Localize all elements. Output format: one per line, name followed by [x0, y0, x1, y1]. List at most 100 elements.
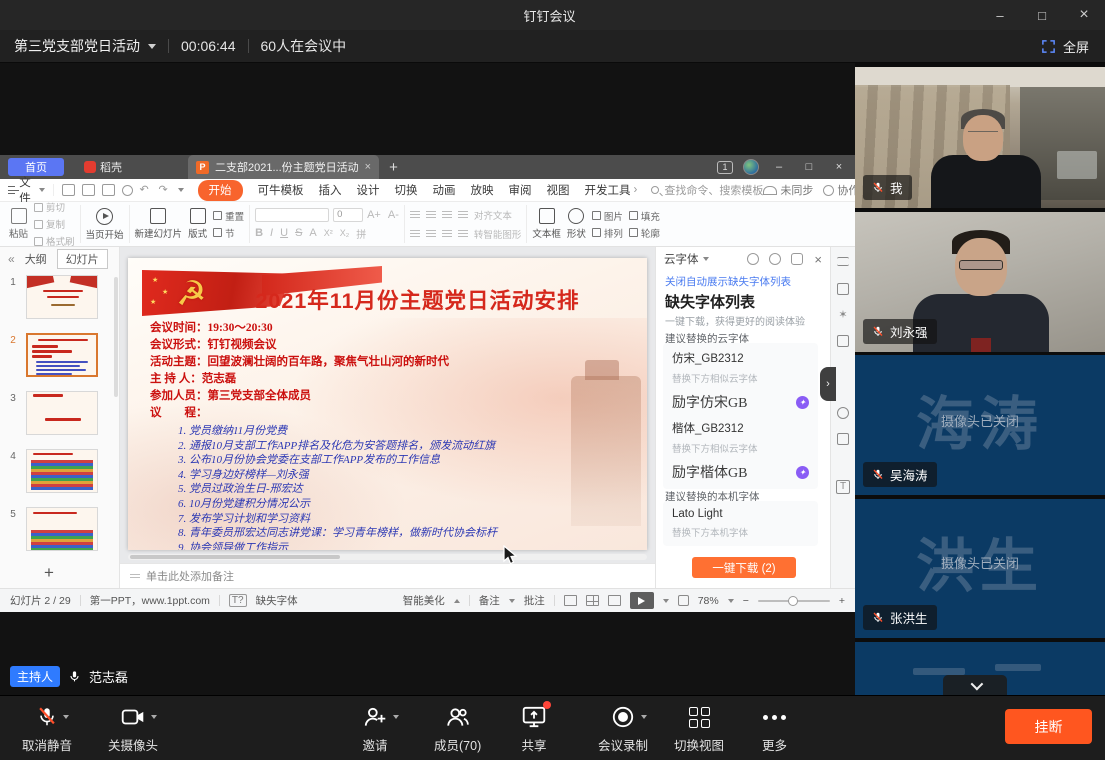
invite-button[interactable]: 邀请 — [362, 704, 388, 754]
menu-transition[interactable]: 切换 — [395, 182, 418, 198]
zoom-level[interactable]: 78% — [698, 595, 719, 607]
properties-icon[interactable] — [837, 257, 849, 266]
chevron-down-icon[interactable] — [393, 715, 399, 719]
thumbnail-scrollbar[interactable] — [114, 277, 118, 397]
new-tab-button[interactable]: + — [389, 159, 398, 176]
bullet-list-icon[interactable] — [410, 211, 420, 218]
arrange-button[interactable]: 排列 — [592, 226, 623, 240]
indent-decrease-icon[interactable] — [442, 211, 452, 218]
reading-view-icon[interactable] — [608, 595, 621, 606]
underline-button[interactable]: U — [280, 227, 288, 239]
feedback-panel-icon[interactable] — [837, 433, 849, 445]
minimize-icon[interactable]: – — [979, 0, 1021, 30]
avatar[interactable] — [743, 159, 759, 175]
menu-design[interactable]: 设计 — [357, 182, 380, 198]
tab-outline[interactable]: 大纲 — [25, 251, 47, 267]
menu-slideshow[interactable]: 放映 — [471, 182, 494, 198]
chevron-down-icon[interactable] — [63, 715, 69, 719]
slideshow-play-button[interactable] — [630, 592, 654, 609]
expand-panel-handle[interactable]: › — [820, 367, 836, 401]
reset-button[interactable]: 重置 — [213, 209, 244, 223]
save-icon[interactable] — [62, 184, 75, 196]
command-search-box[interactable]: 查找命令、搜索模板 — [651, 182, 763, 198]
numbered-list-icon[interactable] — [426, 211, 436, 218]
menu-insert[interactable]: 插入 — [319, 182, 342, 198]
hangup-button[interactable]: 挂断 — [1005, 709, 1092, 744]
scroll-down-button[interactable] — [943, 675, 1007, 695]
close-icon[interactable]: × — [1063, 0, 1105, 30]
picture-button[interactable]: 图片 — [592, 209, 623, 223]
slide-thumbnail-4[interactable] — [26, 449, 98, 493]
chevron-down-icon[interactable] — [663, 599, 669, 603]
record-button[interactable]: 会议录制 — [598, 704, 648, 754]
outline-button[interactable]: 轮廓 — [629, 226, 660, 240]
camera-off-button[interactable]: 关摄像头 — [108, 704, 158, 754]
menu-review[interactable]: 审阅 — [509, 182, 532, 198]
font-card[interactable]: 楷体_GB2312 替换下方相似云字体 励字楷体GB✦ — [663, 413, 818, 489]
align-right-icon[interactable] — [442, 230, 452, 237]
comments-button[interactable]: 批注 — [524, 593, 545, 608]
share-screen-button[interactable]: 共享 — [521, 704, 547, 754]
tab-docer[interactable]: 稻壳 — [74, 155, 132, 179]
notes-bar[interactable]: 单击此处添加备注 — [120, 563, 655, 588]
selection-pane-icon[interactable] — [837, 335, 849, 347]
chevron-down-icon[interactable] — [178, 188, 184, 192]
smart-graphic-button[interactable]: 转智能图形 — [474, 227, 522, 241]
text-box-button[interactable]: 文本框 — [532, 208, 561, 240]
align-text-button[interactable]: 对齐文本 — [474, 208, 512, 222]
wps-minimize-icon[interactable]: – — [769, 161, 789, 173]
chevron-down-icon[interactable] — [703, 257, 709, 261]
fit-slide-icon[interactable] — [678, 595, 689, 606]
message-count-badge[interactable]: 1 — [717, 161, 733, 174]
slide-thumbnail-1[interactable] — [26, 275, 98, 319]
output-icon[interactable] — [82, 184, 95, 196]
tab-slides[interactable]: 幻灯片 — [57, 249, 108, 269]
missing-fonts-status[interactable]: 缺失字体 — [256, 593, 298, 608]
beautify-button[interactable]: 智能美化 — [403, 593, 445, 608]
collaborate-button[interactable]: 协作 — [823, 182, 859, 198]
participant-tile-self[interactable]: 我 — [855, 67, 1105, 208]
tab-close-icon[interactable]: × — [365, 161, 371, 173]
copy-button[interactable]: 复制 — [34, 217, 75, 231]
pinyin-button[interactable]: 拼 — [356, 226, 366, 241]
font-decrease-button[interactable]: A- — [388, 209, 399, 221]
italic-button[interactable]: I — [270, 227, 273, 239]
current-slide[interactable]: ☭ ★ ★ ★ 2021年11月份主题党日活动安排 会议时间：19:30～20:… — [128, 258, 647, 550]
font-card[interactable]: 仿宋_GB2312 替换下方相似云字体 励字仿宋GB✦ — [663, 343, 818, 419]
format-painter-button[interactable]: 格式刷 — [34, 234, 75, 248]
slide-thumbnail-2-selected[interactable] — [26, 333, 98, 377]
font-size-box[interactable]: 0 — [333, 208, 363, 222]
line-spacing-icon[interactable] — [458, 230, 468, 237]
undo-icon[interactable]: ↶ — [140, 185, 152, 195]
settings-icon[interactable] — [769, 253, 781, 265]
section-button[interactable]: 节 — [213, 226, 244, 240]
font-increase-button[interactable]: A+ — [367, 209, 381, 221]
menu-animation[interactable]: 动画 — [433, 182, 456, 198]
unmute-button[interactable]: 取消静音 — [22, 704, 72, 754]
meeting-title-dropdown[interactable]: 第三党支部党日活动 — [14, 36, 156, 56]
cut-button[interactable]: 剪切 — [34, 200, 75, 214]
participant-tile-partial[interactable] — [855, 642, 1105, 695]
more-button[interactable]: 更多 — [762, 704, 787, 754]
chevron-down-icon[interactable] — [151, 715, 157, 719]
fullscreen-button[interactable]: 全屏 — [1041, 37, 1105, 56]
layout-button[interactable]: 版式 — [188, 208, 207, 240]
maximize-icon[interactable]: □ — [1021, 0, 1063, 30]
horizontal-scrollbar[interactable] — [128, 554, 647, 560]
text-tool-icon[interactable]: T — [836, 480, 850, 494]
menu-start[interactable]: 开始 — [198, 180, 243, 201]
menu-view[interactable]: 视图 — [547, 182, 570, 198]
participant-tile-liuyongqiang[interactable]: 刘永强 — [855, 212, 1105, 352]
align-center-icon[interactable] — [426, 230, 436, 237]
play-from-current-button[interactable]: 当页开始 — [86, 208, 124, 241]
switch-view-button[interactable]: 切换视图 — [674, 704, 724, 754]
sync-status[interactable]: 未同步 — [763, 182, 813, 198]
help-icon[interactable] — [837, 407, 849, 419]
new-slide-button[interactable]: 新建幻灯片 — [135, 208, 183, 240]
zoom-in-button[interactable]: + — [839, 595, 845, 607]
strikethrough-button[interactable]: S — [295, 227, 302, 239]
wps-restore-icon[interactable]: □ — [799, 161, 819, 173]
redo-icon[interactable]: ↷ — [159, 185, 171, 195]
effects-icon[interactable]: ✶ — [837, 309, 849, 321]
menu-keniu[interactable]: 可牛模板 — [258, 182, 304, 198]
